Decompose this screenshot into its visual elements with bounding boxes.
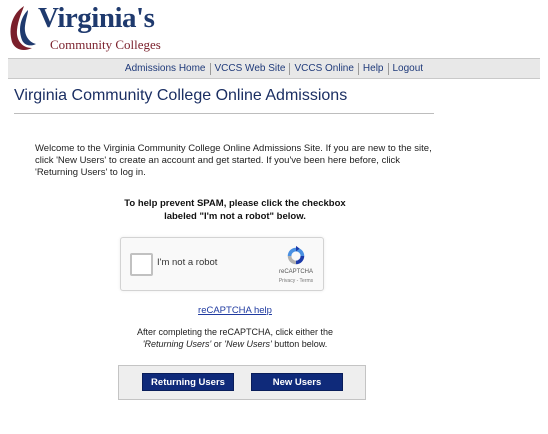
recaptcha-label: I'm not a robot <box>157 257 218 268</box>
spam-notice-line2: labeled "I'm not a robot" below. <box>164 211 306 222</box>
top-navigation: Admissions Home VCCS Web Site VCCS Onlin… <box>8 58 540 79</box>
recaptcha-brand: reCAPTCHA <box>278 269 313 275</box>
nav-logout[interactable]: Logout <box>389 63 428 74</box>
title-divider <box>14 113 434 114</box>
after-end: button below. <box>271 339 328 349</box>
vccs-logo[interactable]: Virginia's Community Colleges <box>6 2 161 54</box>
after-line2: 'Returning Users' or 'New Users' button … <box>105 338 365 350</box>
returning-users-button[interactable]: Returning Users <box>142 373 234 391</box>
logo-title: Virginia's <box>38 2 155 34</box>
new-users-button[interactable]: New Users <box>251 373 343 391</box>
swoosh-logo-icon <box>10 6 36 50</box>
after-new-users: 'New Users' <box>224 339 272 349</box>
spam-notice-line1: To help prevent SPAM, please click the c… <box>124 198 346 209</box>
recaptcha-checkbox[interactable] <box>130 253 153 276</box>
nav-help[interactable]: Help <box>359 63 388 74</box>
recaptcha-logo-icon <box>287 245 305 265</box>
after-returning-users: 'Returning Users' <box>142 339 212 349</box>
button-panel: Returning Users New Users <box>118 365 366 400</box>
nav-vccs-web-site[interactable]: VCCS Web Site <box>211 63 290 74</box>
recaptcha-widget: I'm not a robot reCAPTCHA Privacy - Term… <box>120 237 324 291</box>
spam-notice: To help prevent SPAM, please click the c… <box>105 197 365 223</box>
after-line1: After completing the reCAPTCHA, click ei… <box>136 327 334 337</box>
recaptcha-help-link[interactable]: reCAPTCHA help <box>150 305 320 316</box>
page-title: Virginia Community College Online Admiss… <box>14 87 348 104</box>
nav-admissions-home[interactable]: Admissions Home <box>121 63 210 74</box>
logo-subtitle: Community Colleges <box>50 37 161 52</box>
after-instructions: After completing the reCAPTCHA, click ei… <box>105 326 365 350</box>
recaptcha-privacy-terms[interactable]: Privacy - Terms <box>271 278 321 284</box>
welcome-text: Welcome to the Virginia Community Colleg… <box>35 143 432 178</box>
after-or: or <box>211 339 225 349</box>
nav-vccs-online[interactable]: VCCS Online <box>290 63 357 74</box>
